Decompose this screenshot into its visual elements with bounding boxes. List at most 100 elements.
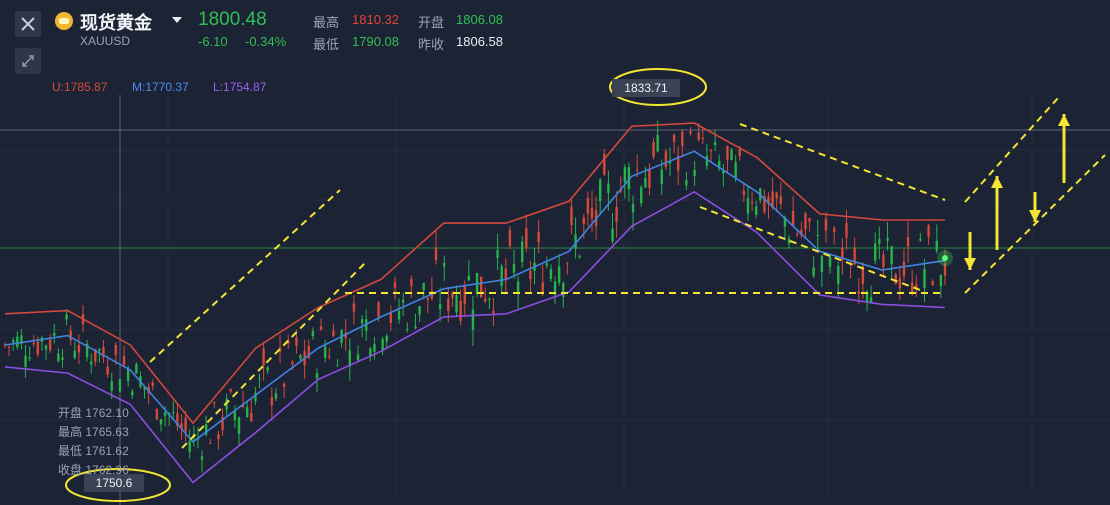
candle-body bbox=[935, 240, 938, 251]
candle-body bbox=[808, 218, 811, 222]
candle-body bbox=[566, 263, 569, 265]
legend-upper: U:1785.87 bbox=[52, 80, 108, 94]
candle-body bbox=[623, 167, 627, 183]
candle-body bbox=[488, 298, 491, 300]
stat-label-high: 最高 bbox=[313, 15, 340, 30]
candle-body bbox=[484, 298, 487, 302]
candle-body bbox=[323, 346, 327, 358]
price-change-percent: -0.34% bbox=[245, 34, 287, 49]
candle-body bbox=[467, 275, 471, 281]
candle-body bbox=[644, 177, 647, 188]
candle-body bbox=[754, 206, 758, 215]
candle-body bbox=[77, 345, 81, 353]
stat-value-prev-close: 1806.58 bbox=[456, 34, 503, 49]
candle-body bbox=[832, 228, 836, 233]
candle-body bbox=[90, 361, 93, 365]
candle-body bbox=[110, 381, 113, 391]
candle-body bbox=[328, 355, 331, 357]
candle-body bbox=[508, 229, 512, 246]
candle-body bbox=[939, 274, 943, 287]
candle-body bbox=[73, 350, 76, 358]
down-arrow-head bbox=[964, 258, 976, 270]
candle-body bbox=[438, 304, 442, 309]
high-price-label: 1833.71 bbox=[612, 79, 680, 97]
candle-body bbox=[791, 210, 795, 226]
candle-body bbox=[122, 356, 126, 365]
candle-body bbox=[525, 228, 528, 249]
candle-body bbox=[410, 278, 413, 286]
price-change: -6.10 bbox=[198, 34, 228, 49]
candle-body bbox=[857, 290, 860, 294]
candle-body bbox=[496, 250, 499, 259]
candle-body bbox=[266, 367, 269, 371]
candle-body bbox=[172, 412, 175, 414]
candle-body bbox=[274, 393, 278, 399]
legend-middle: M:1770.37 bbox=[132, 80, 189, 94]
candle-body bbox=[824, 218, 828, 231]
candle-body bbox=[389, 312, 393, 324]
candle-body bbox=[607, 183, 610, 193]
candle-body bbox=[672, 134, 676, 142]
candle-body bbox=[931, 281, 934, 285]
collapse-button[interactable] bbox=[15, 48, 41, 74]
close-button[interactable] bbox=[15, 11, 41, 37]
symbol-name[interactable]: 现货黄金 bbox=[80, 9, 152, 35]
candle-body bbox=[479, 276, 483, 298]
candle-body bbox=[812, 267, 815, 277]
candle-body bbox=[155, 409, 159, 420]
candle-body bbox=[377, 302, 380, 317]
gold-coin-icon bbox=[55, 12, 73, 30]
candle-body bbox=[656, 135, 659, 152]
chevron-down-icon[interactable] bbox=[172, 17, 182, 23]
candle-body bbox=[114, 344, 118, 355]
candle-body bbox=[652, 141, 655, 157]
middle-band-line bbox=[4, 150, 946, 443]
candle-body bbox=[775, 192, 778, 199]
candle-body bbox=[336, 365, 339, 367]
up-arrow-head bbox=[1058, 114, 1070, 126]
candle-body bbox=[455, 295, 458, 313]
candle-body bbox=[385, 335, 388, 342]
legend-lower: L:1754.87 bbox=[213, 80, 267, 94]
candle-body bbox=[188, 440, 191, 453]
candle-body bbox=[631, 204, 635, 213]
candle-body bbox=[184, 418, 187, 432]
candle-body bbox=[414, 326, 417, 329]
candle-body bbox=[923, 268, 926, 288]
candle-body bbox=[250, 412, 253, 422]
candle-body bbox=[635, 169, 639, 171]
close-icon bbox=[21, 17, 35, 31]
candle-body bbox=[648, 169, 651, 188]
candle-body bbox=[32, 342, 35, 345]
candle-body bbox=[65, 314, 68, 320]
tooltip-high: 最高 1765.63 bbox=[58, 425, 129, 439]
candle-body bbox=[397, 310, 401, 320]
chart-window: 现货黄金 XAUUSD 1800.48 -6.10 -0.34% 最高 1810… bbox=[0, 0, 1110, 505]
up-arrow-head bbox=[991, 176, 1003, 188]
candle-body bbox=[332, 330, 335, 336]
candle-body bbox=[590, 207, 594, 219]
candle-body bbox=[902, 261, 906, 277]
price-chart[interactable] bbox=[0, 0, 1110, 505]
candle-body bbox=[447, 298, 450, 312]
candle-body bbox=[459, 300, 462, 321]
candle-body bbox=[516, 281, 520, 292]
candle-body bbox=[611, 228, 614, 242]
candle-body bbox=[750, 201, 754, 204]
tooltip-open: 开盘 1762.10 bbox=[58, 406, 129, 420]
candle-body bbox=[393, 282, 397, 289]
candle-body bbox=[927, 224, 930, 237]
symbol-code: XAUUSD bbox=[80, 34, 131, 48]
candle-body bbox=[7, 346, 11, 348]
candle-body bbox=[48, 339, 52, 350]
candle-body bbox=[512, 264, 516, 273]
candle-body bbox=[681, 131, 684, 147]
candle-body bbox=[697, 132, 700, 140]
candle-body bbox=[890, 246, 893, 265]
candle-body bbox=[24, 355, 27, 367]
stat-label-low: 最低 bbox=[313, 37, 340, 52]
candle-body bbox=[163, 412, 167, 416]
candle-body bbox=[492, 310, 495, 314]
stat-label-open: 开盘 bbox=[418, 15, 445, 30]
candle-body bbox=[418, 306, 421, 315]
